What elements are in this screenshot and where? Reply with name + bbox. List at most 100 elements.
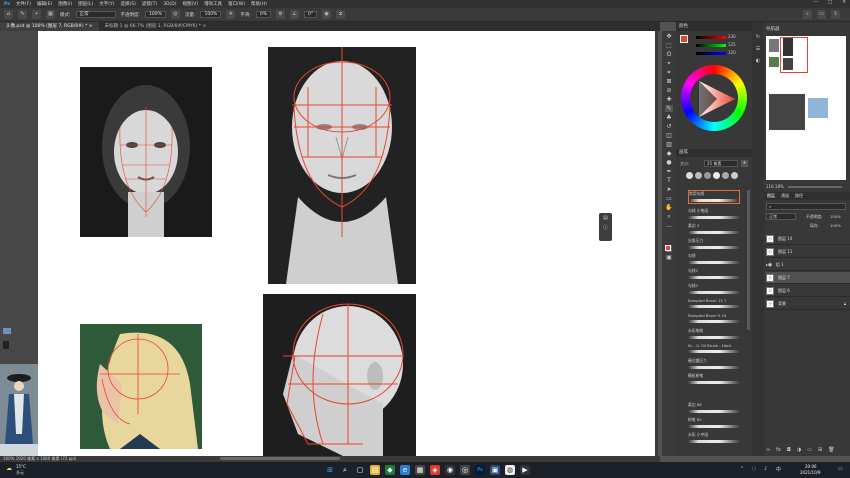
color-triangle[interactable] [693, 79, 737, 119]
menu-plugins[interactable]: 增效工具 [204, 1, 222, 7]
brush-tip-preset[interactable] [695, 172, 702, 179]
brush-list-scrollbar[interactable] [747, 190, 750, 330]
brush-item[interactable]: 柔边 88 [688, 402, 740, 415]
navigator-zoom-slider[interactable] [788, 186, 842, 188]
layer-fill-value[interactable]: 100% [830, 223, 841, 228]
input-method-icon[interactable]: 中 [776, 466, 781, 473]
blue-slider[interactable] [696, 52, 726, 55]
fx-icon[interactable]: fx [776, 447, 781, 455]
frame-tool-icon[interactable]: ⊠ [665, 78, 673, 85]
app-red-icon[interactable]: ◈ [430, 465, 440, 475]
app-blue-icon[interactable]: ▣ [490, 465, 500, 475]
red-slider[interactable] [696, 36, 726, 39]
menu-image[interactable]: 图像(I) [58, 1, 72, 7]
mini-layout-icon[interactable]: ▤ [599, 215, 612, 221]
brush-size-field[interactable]: 25 像素 [704, 160, 738, 167]
fg-color-swatch[interactable] [680, 35, 688, 43]
search-icon[interactable]: ⌕ [803, 10, 812, 19]
maximize-button[interactable]: □ [828, 0, 832, 5]
volume-icon[interactable]: ♪ [764, 466, 767, 472]
brush-item[interactable]: 尖角压力 [688, 238, 740, 251]
menu-file[interactable]: 文件(F) [16, 1, 31, 7]
path-select-icon[interactable]: ➤ [665, 186, 673, 193]
minimize-button[interactable]: — [813, 0, 818, 5]
shape-icon[interactable]: ▭ [665, 195, 673, 202]
brush-item[interactable]: 粉笔 60 [688, 417, 740, 430]
start-icon[interactable]: ⊞ [325, 465, 335, 475]
zoom-icon[interactable]: ⌕ [665, 213, 673, 220]
symmetry-icon[interactable]: ⧖ [336, 10, 346, 19]
ps-logo[interactable]: Ps [4, 2, 10, 7]
workspace-icon[interactable]: ▭ [817, 10, 826, 19]
mode-select[interactable]: 正常 [75, 11, 116, 18]
blur-icon[interactable]: ◆ [665, 150, 673, 157]
smooth-settings-icon[interactable]: ⚙ [276, 10, 286, 19]
brush-item[interactable]: Sampled Brush 9 24 [688, 313, 740, 326]
properties-icon[interactable]: ☰ [752, 46, 764, 52]
floating-figure-icon[interactable] [3, 341, 9, 349]
home-icon[interactable]: ⌂ [4, 10, 13, 19]
history-brush-icon[interactable]: ↺ [665, 123, 673, 130]
brush-item[interactable]: 水彩 小中画 [688, 432, 740, 445]
brush-item[interactable]: Sampled Brush 15 7 [688, 298, 740, 311]
edge-icon[interactable]: e [400, 465, 410, 475]
eye-icon[interactable]: ◉ [768, 288, 772, 294]
brush-tip-preset[interactable] [713, 172, 720, 179]
angle-field[interactable]: 0° [304, 11, 318, 18]
notification-icon[interactable]: ▭ [838, 466, 843, 472]
healing-brush-icon[interactable]: ✚ [665, 96, 673, 103]
blend-mode-select[interactable]: 正常 [766, 213, 796, 220]
hand-icon[interactable]: ✋ [665, 204, 673, 211]
tab-channels[interactable]: 通道 [781, 192, 789, 200]
canvas-area[interactable]: ▤ ⓘ [38, 31, 658, 456]
brush-tip-preset[interactable] [686, 172, 693, 179]
network-icon[interactable]: ◌ [752, 466, 756, 472]
brush-item[interactable]: 勾线3 [688, 283, 740, 296]
search-taskbar-icon[interactable]: ⌕ [340, 465, 350, 475]
app-icon[interactable]: ◆ [385, 465, 395, 475]
chrome-icon[interactable]: ◎ [460, 465, 470, 475]
red-value[interactable]: 230 [728, 34, 736, 39]
photoshop-taskbar-icon[interactable]: Ps [475, 465, 485, 475]
marquee-tool-icon[interactable]: ⬚ [665, 42, 673, 49]
green-slider[interactable] [696, 44, 726, 47]
brush-item-selected[interactable]: 常用勾线 [688, 190, 740, 204]
brush-item[interactable]: 颗粒粉笔 [688, 373, 740, 386]
eyedropper-icon[interactable]: ⊘ [665, 87, 673, 94]
adjustment-layer-icon[interactable]: ◑ [797, 447, 801, 455]
gradient-icon[interactable]: ▥ [665, 141, 673, 148]
layer-filter-field[interactable]: ⌕ [766, 203, 846, 210]
angle-icon[interactable]: ∠ [290, 10, 300, 19]
tab-layers[interactable]: 图层 [767, 192, 775, 200]
brush-item[interactable]: 勾线 小笔画 [688, 208, 740, 221]
brush-tip-preset[interactable] [722, 172, 729, 179]
layer-row[interactable]: ◉ 图层 6 [766, 285, 850, 297]
type-icon[interactable]: T [665, 177, 673, 184]
app-light-icon[interactable]: ◍ [505, 465, 515, 475]
layer-row[interactable]: ◉ 背景 🔒︎ [766, 298, 850, 310]
brush-item[interactable]: KL - IL Oil Brush - Hard [688, 343, 740, 356]
eye-icon[interactable]: ◉ [768, 301, 772, 307]
crop-tool-icon[interactable]: ⌗ [665, 69, 673, 76]
menu-layer[interactable]: 图层(L) [78, 1, 93, 7]
app-media-icon[interactable]: ▶ [520, 465, 530, 475]
tab-paths[interactable]: 路径 [795, 192, 803, 200]
weather-icon[interactable]: ☁ [6, 465, 12, 472]
link-icon[interactable]: ∞ [766, 447, 770, 455]
dodge-icon[interactable]: ● [665, 159, 673, 166]
smooth-field[interactable]: 0% [255, 11, 272, 18]
eraser-icon[interactable]: ◫ [665, 132, 673, 139]
blue-value[interactable]: 120 [728, 50, 736, 55]
store-icon[interactable]: ▦ [415, 465, 425, 475]
menu-filter[interactable]: 滤镜(T) [142, 1, 157, 7]
screen-mode-icon[interactable]: ▣ [665, 254, 673, 261]
task-view-icon[interactable]: ▢ [355, 465, 365, 475]
eye-icon[interactable]: ◉ [768, 275, 772, 281]
trash-icon[interactable]: 🗑︎ [828, 447, 834, 455]
airbrush-icon[interactable]: ✈ [226, 10, 236, 19]
brush-icon[interactable]: ✎ [665, 105, 673, 112]
menu-select[interactable]: 选择(S) [121, 1, 136, 7]
brush-settings-icon[interactable]: ▦ [46, 10, 55, 19]
brush-item[interactable]: 勾线 [688, 253, 740, 266]
new-layer-icon[interactable]: ⊞ [818, 447, 822, 455]
